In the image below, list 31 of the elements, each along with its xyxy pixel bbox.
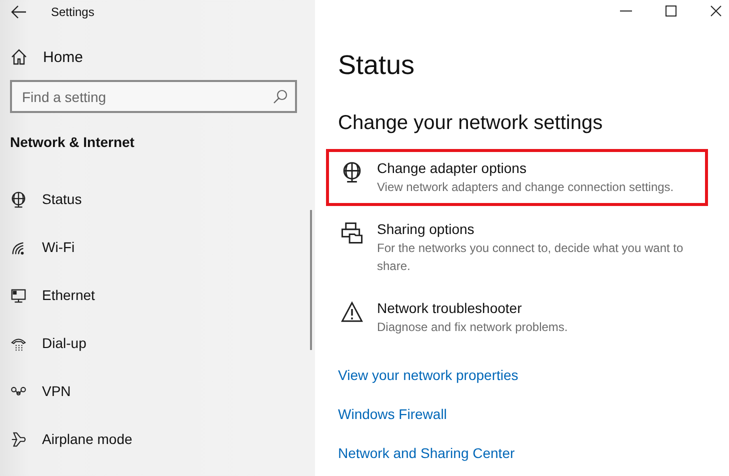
globe-monitor-icon: [341, 161, 363, 183]
scrollbar[interactable]: [310, 210, 312, 350]
option-description: For the networks you connect to, decide what you want to share.: [377, 240, 684, 275]
option-link[interactable]: Sharing options: [377, 219, 697, 239]
link[interactable]: Windows Firewall: [338, 405, 447, 424]
option-link[interactable]: Change adapter options: [377, 158, 674, 178]
printer-folder-icon: [341, 222, 363, 244]
nav-item[interactable]: Wi-Fi: [0, 223, 315, 271]
search-icon: [271, 88, 289, 106]
globe-monitor-icon: [10, 190, 27, 208]
window-title: Settings: [51, 5, 94, 19]
section-heading: Change your network settings: [338, 112, 604, 135]
home-link[interactable]: Home: [10, 48, 315, 66]
link[interactable]: Network and Sharing Center: [338, 444, 515, 463]
nav-item[interactable]: Ethernet: [0, 271, 315, 319]
section-heading: Network & Internet: [10, 134, 136, 150]
nav-item[interactable]: Dial-up: [0, 319, 315, 367]
nav-item[interactable]: VPN: [0, 367, 315, 415]
option-description: Diagnose and fix network problems.: [377, 319, 568, 336]
warning-icon: [341, 301, 363, 323]
nav-item[interactable]: Airplane mode: [0, 415, 315, 463]
page-title: Status: [338, 50, 416, 81]
home-icon: [10, 48, 28, 66]
search-field[interactable]: Find a setting: [10, 80, 297, 113]
monitor-icon: [10, 286, 27, 304]
option-description: View network adapters and change connection settings.: [377, 179, 674, 196]
option-link[interactable]: Network troubleshooter: [377, 298, 568, 318]
back-arrow-icon[interactable]: [10, 3, 28, 21]
link[interactable]: View your network properties: [338, 366, 518, 385]
nav-item[interactable]: Status: [0, 175, 315, 223]
airplane-icon: [10, 430, 27, 448]
